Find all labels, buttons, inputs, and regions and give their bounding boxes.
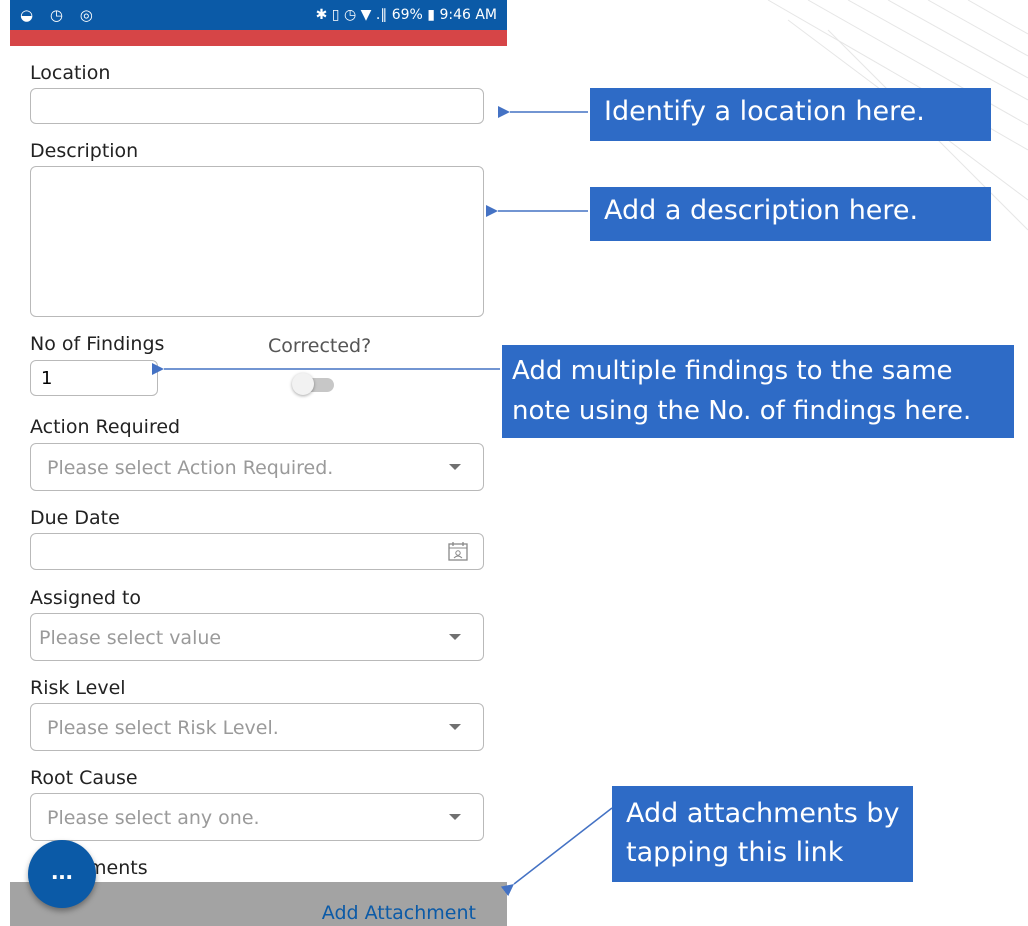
- description-label: Description: [30, 140, 139, 162]
- root-cause-placeholder: Please select any one.: [47, 807, 260, 829]
- chevron-down-icon: [449, 724, 461, 730]
- findings-input[interactable]: [31, 361, 157, 395]
- status-bar: ◒ ◷ ◎ ✱ ▯ ◷ ▼ .∥ 69% ▮ 9:46 AM: [10, 0, 507, 30]
- wifi-icon: ◒: [20, 6, 40, 24]
- description-textarea[interactable]: [31, 167, 483, 316]
- callout-findings: Add multiple findings to the same note u…: [502, 345, 1014, 438]
- chevron-down-icon: [449, 814, 461, 820]
- risk-level-label: Risk Level: [30, 677, 126, 699]
- attachments-label: ments: [88, 857, 148, 879]
- more-actions-button[interactable]: ...: [28, 840, 96, 908]
- assigned-to-select[interactable]: Please select value: [30, 613, 484, 661]
- risk-level-placeholder: Please select Risk Level.: [47, 717, 279, 739]
- arrow-attachments: [500, 807, 613, 897]
- risk-level-select[interactable]: Please select Risk Level.: [30, 703, 484, 751]
- decorative-lines: [767, 0, 1028, 231]
- corrected-toggle[interactable]: [292, 373, 334, 395]
- status-left-icons: ◒ ◷ ◎: [20, 6, 99, 24]
- due-date-input[interactable]: [31, 534, 483, 569]
- description-field[interactable]: [30, 166, 484, 317]
- findings-field[interactable]: [30, 360, 158, 396]
- findings-label: No of Findings: [30, 333, 165, 355]
- assigned-to-label: Assigned to: [30, 587, 142, 609]
- location-field[interactable]: [30, 88, 484, 124]
- location-input[interactable]: [31, 89, 483, 123]
- due-date-field[interactable]: [30, 533, 484, 570]
- calendar-icon[interactable]: [447, 540, 469, 562]
- callout-location: Identify a location here.: [590, 88, 991, 141]
- root-cause-select[interactable]: Please select any one.: [30, 793, 484, 841]
- action-required-label: Action Required: [30, 416, 181, 438]
- root-cause-label: Root Cause: [30, 767, 138, 789]
- accent-bar: [10, 30, 507, 46]
- location-label: Location: [30, 62, 111, 84]
- chevron-down-icon: [449, 634, 461, 640]
- mobile-screen: ◒ ◷ ◎ ✱ ▯ ◷ ▼ .∥ 69% ▮ 9:46 AM Location …: [10, 0, 507, 926]
- action-required-select[interactable]: Please select Action Required.: [30, 443, 484, 491]
- action-required-placeholder: Please select Action Required.: [47, 457, 334, 479]
- alarm-icon: ◷: [49, 6, 69, 24]
- chevron-down-icon: [449, 464, 461, 470]
- add-attachment-link[interactable]: Add Attachment: [322, 902, 476, 924]
- assigned-to-placeholder: Please select value: [39, 627, 222, 649]
- due-date-label: Due Date: [30, 507, 120, 529]
- toggle-knob: [292, 373, 314, 395]
- sync-icon: ◎: [79, 6, 99, 24]
- callout-attachments: Add attachments by tapping this link: [612, 786, 913, 882]
- status-right-text: ✱ ▯ ◷ ▼ .∥ 69% ▮ 9:46 AM: [315, 7, 497, 23]
- corrected-label: Corrected?: [268, 335, 372, 357]
- callout-description: Add a description here.: [590, 187, 991, 241]
